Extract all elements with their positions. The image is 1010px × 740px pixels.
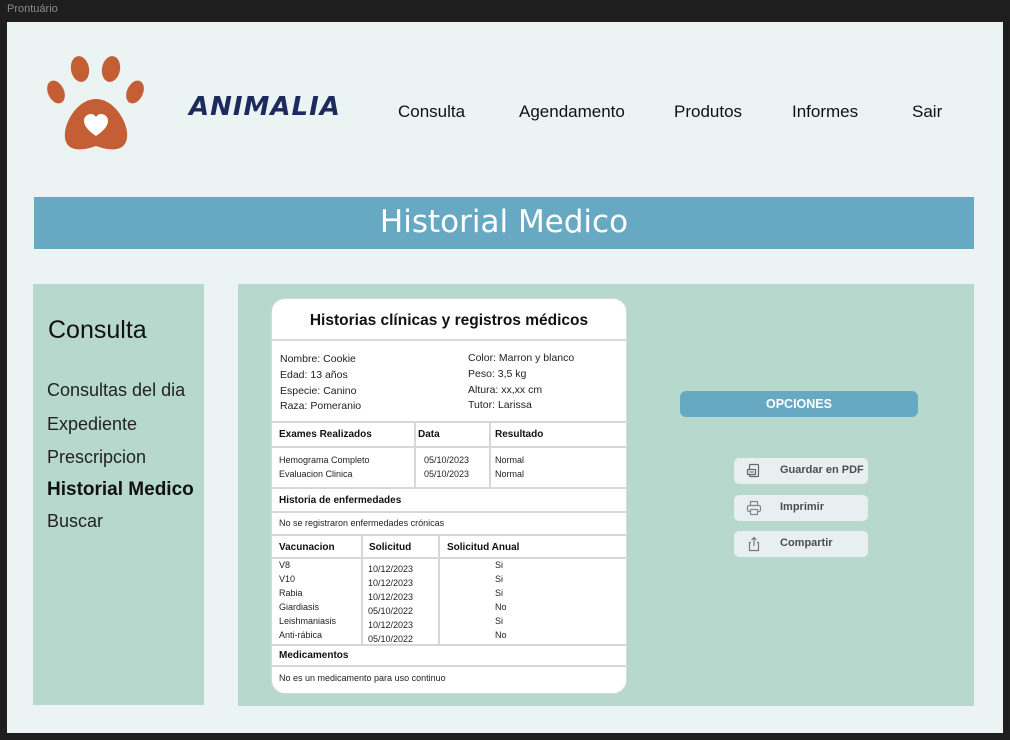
nav-produtos[interactable]: Produtos bbox=[674, 102, 742, 122]
divider bbox=[361, 534, 363, 644]
exam-date: 05/10/2023 bbox=[424, 469, 470, 479]
share-label: Compartir bbox=[780, 537, 833, 549]
save-pdf-button[interactable]: Guardar en PDF bbox=[734, 458, 868, 484]
vaccine-annual-value: No bbox=[495, 630, 507, 640]
vaccine-name: V8 bbox=[279, 560, 291, 570]
sidebar-title: Consulta bbox=[48, 316, 147, 344]
divider bbox=[272, 534, 626, 536]
disease-history-header: Historia de enfermedades bbox=[279, 495, 402, 506]
window-title: Prontuário bbox=[7, 3, 58, 15]
vaccine-date: 10/12/2023 bbox=[368, 620, 414, 630]
exams-result-header: Resultado bbox=[495, 429, 544, 440]
vaccine-annual: Si Si Si No Si No bbox=[495, 558, 507, 642]
nav-sair[interactable]: Sair bbox=[912, 102, 942, 122]
sidebar-item-prescripcion[interactable]: Prescripcion bbox=[47, 447, 146, 468]
printer-icon bbox=[746, 500, 762, 516]
disease-history-text: No se registraron enfermedades crónicas bbox=[279, 518, 445, 528]
vaccine-name: Anti-rábica bbox=[279, 630, 323, 640]
exams-results: Normal Normal bbox=[495, 453, 524, 481]
vaccine-name: Leishmaniasis bbox=[279, 616, 337, 626]
sidebar: Consulta Consultas del dia Expediente Pr… bbox=[33, 284, 204, 705]
vaccine-annual-header: Solicitud Anual bbox=[447, 542, 520, 553]
exams-dates: 05/10/2023 05/10/2023 bbox=[424, 453, 469, 481]
sidebar-item-historial-medico[interactable]: Historial Medico bbox=[47, 479, 194, 501]
patient-tutor: Tutor: Larissa bbox=[468, 399, 532, 412]
medical-record-card: Historias clínicas y registros médicos N… bbox=[271, 298, 627, 694]
sidebar-item-buscar[interactable]: Buscar bbox=[47, 511, 103, 532]
divider bbox=[272, 421, 626, 423]
share-button[interactable]: Compartir bbox=[734, 531, 868, 557]
vaccine-date: 10/12/2023 bbox=[368, 564, 414, 574]
patient-info-left: Nombre: Cookie Edad: 13 años Especie: Ca… bbox=[280, 352, 361, 415]
vaccine-header: Vacunacion bbox=[279, 542, 335, 553]
exams-header: Exames Realizados bbox=[279, 429, 372, 440]
vaccine-annual-value: Si bbox=[495, 560, 504, 570]
medications-text: No es un medicamento para uso continuo bbox=[279, 673, 446, 683]
divider bbox=[489, 421, 491, 487]
print-button[interactable]: Imprimir bbox=[734, 495, 868, 521]
vaccine-annual-value: Si bbox=[495, 574, 504, 584]
exam-date: 05/10/2023 bbox=[424, 455, 470, 465]
patient-info-right: Color: Marron y blanco Peso: 3,5 kg Altu… bbox=[468, 351, 574, 414]
exams-names: Hemograma Completo Evaluacion Clinica bbox=[279, 453, 370, 481]
nav-agendamento[interactable]: Agendamento bbox=[519, 102, 625, 122]
patient-name: Nombre: Cookie bbox=[280, 353, 356, 365]
record-title: Historias clínicas y registros médicos bbox=[309, 312, 589, 329]
app-frame: ANIMALIA Consulta Agendamento Produtos I… bbox=[7, 22, 1003, 733]
patient-breed: Raza: Pomeranio bbox=[280, 400, 362, 413]
vaccine-request-header: Solicitud bbox=[369, 542, 412, 553]
brand-name: ANIMALIA bbox=[189, 92, 341, 122]
vaccine-name: Giardiasis bbox=[279, 602, 320, 612]
vaccine-name: Rabia bbox=[279, 588, 303, 598]
patient-species: Especie: Canino bbox=[280, 384, 357, 397]
nav-informes[interactable]: Informes bbox=[792, 102, 858, 122]
share-icon bbox=[748, 536, 760, 552]
divider bbox=[272, 339, 626, 341]
patient-age: Edad: 13 años bbox=[280, 368, 348, 381]
paw-logo-icon bbox=[47, 56, 144, 150]
vaccine-date: 10/12/2023 bbox=[368, 592, 414, 602]
divider bbox=[414, 421, 416, 487]
divider bbox=[438, 534, 440, 644]
vaccine-name: V10 bbox=[279, 574, 296, 584]
sidebar-item-consultas-del-dia[interactable]: Consultas del dia bbox=[47, 380, 185, 401]
exam-name: Hemograma Completo bbox=[279, 455, 370, 465]
sidebar-item-expediente[interactable]: Expediente bbox=[47, 414, 137, 435]
divider bbox=[272, 487, 626, 489]
vaccine-names: V8 V10 Rabia Giardiasis Leishmaniasis An… bbox=[279, 558, 336, 642]
pdf-icon bbox=[746, 463, 760, 478]
save-pdf-label: Guardar en PDF bbox=[780, 464, 864, 476]
main-panel: Historias clínicas y registros médicos N… bbox=[238, 284, 974, 706]
divider bbox=[272, 665, 626, 667]
vaccine-annual-value: Si bbox=[495, 616, 504, 626]
options-button[interactable]: OPCIONES bbox=[680, 391, 918, 417]
page-title: Historial Medico bbox=[379, 204, 629, 240]
exam-result: Normal bbox=[495, 469, 525, 479]
vaccine-annual-value: No bbox=[495, 602, 507, 612]
vaccine-date: 05/10/2022 bbox=[368, 606, 414, 616]
exam-result: Normal bbox=[495, 455, 525, 465]
vaccine-annual-value: Si bbox=[495, 588, 504, 598]
patient-weight: Peso: 3,5 kg bbox=[468, 367, 527, 380]
medications-header: Medicamentos bbox=[279, 650, 349, 661]
divider bbox=[272, 446, 626, 448]
divider bbox=[272, 511, 626, 513]
nav-consulta[interactable]: Consulta bbox=[398, 102, 465, 122]
page-title-banner: Historial Medico bbox=[34, 197, 974, 249]
patient-height: Altura: xx,xx cm bbox=[468, 383, 543, 396]
exams-date-header: Data bbox=[418, 429, 440, 440]
divider bbox=[272, 644, 626, 646]
vaccine-dates: 10/12/2023 10/12/2023 10/12/2023 05/10/2… bbox=[368, 562, 413, 646]
vaccine-date: 10/12/2023 bbox=[368, 578, 414, 588]
exam-name: Evaluacion Clinica bbox=[279, 469, 353, 479]
patient-color: Color: Marron y blanco bbox=[468, 352, 575, 364]
print-label: Imprimir bbox=[780, 501, 825, 513]
